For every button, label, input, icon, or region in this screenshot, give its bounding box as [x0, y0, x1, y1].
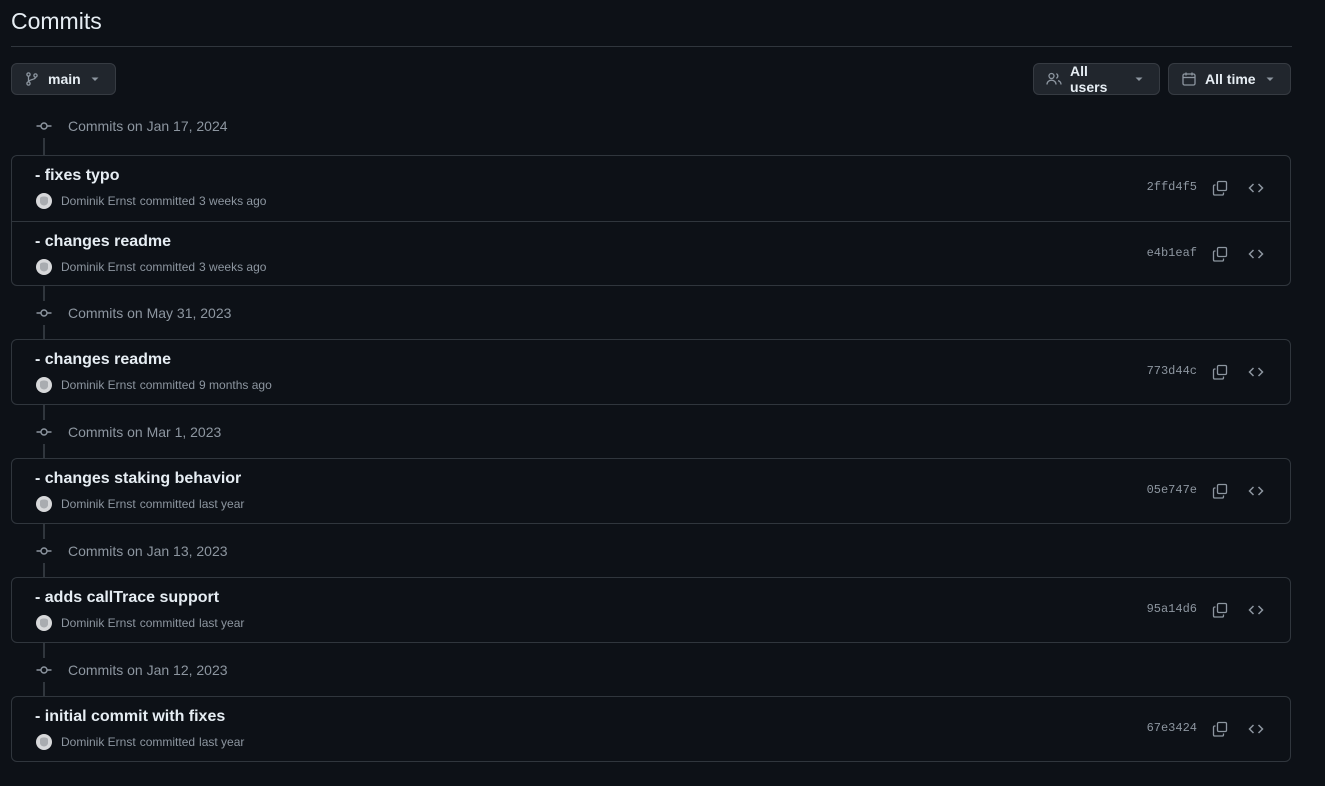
commit-row: - changes readme Dominik Ernst committed… — [12, 340, 1290, 405]
commit-time: 9 months ago — [199, 378, 272, 392]
code-icon[interactable] — [1244, 177, 1268, 199]
avatar[interactable] — [36, 615, 52, 631]
title-divider — [11, 46, 1292, 47]
commit-time: last year — [199, 735, 245, 749]
commit-message-link[interactable]: - changes staking behavior — [35, 470, 241, 488]
commit-time: last year — [199, 616, 245, 630]
code-icon[interactable] — [1244, 361, 1268, 383]
commit-time: 3 weeks ago — [199, 260, 267, 274]
commit-time: last year — [199, 497, 245, 511]
commit-author-link[interactable]: Dominik Ernst — [61, 735, 136, 749]
chevron-down-icon — [87, 71, 103, 87]
commit-author-link[interactable]: Dominik Ernst — [61, 616, 136, 630]
commit-group-header: Commits on Jan 12, 2023 — [30, 658, 228, 682]
timeline-connector — [43, 138, 45, 155]
chevron-down-icon — [1262, 71, 1278, 87]
code-icon[interactable] — [1244, 718, 1268, 740]
branch-select-label: main — [48, 71, 81, 87]
commit-author-link[interactable]: Dominik Ernst — [61, 260, 136, 274]
git-commit-icon — [30, 420, 58, 444]
commit-meta: Dominik Ernst committed 3 weeks ago — [36, 193, 266, 209]
time-filter-label: All time — [1205, 71, 1256, 87]
copy-icon[interactable] — [1208, 599, 1232, 621]
copy-icon[interactable] — [1208, 243, 1232, 265]
commit-message-link[interactable]: - changes readme — [35, 233, 171, 251]
avatar[interactable] — [36, 259, 52, 275]
commit-group-label: Commits on Jan 17, 2024 — [68, 118, 228, 134]
commit-verb: committed — [139, 735, 196, 749]
commits-page: Commits main All users All time Commits … — [0, 0, 1325, 786]
commit-message-link[interactable]: - changes readme — [35, 351, 171, 369]
commit-group-header: Commits on Jan 17, 2024 — [30, 114, 228, 138]
commit-row: - adds callTrace support Dominik Ernst c… — [12, 578, 1290, 643]
commit-row: - changes readme Dominik Ernst committed… — [12, 221, 1290, 286]
commit-group-header: Commits on Jan 13, 2023 — [30, 539, 228, 563]
commit-group-header: Commits on May 31, 2023 — [30, 301, 231, 325]
commit-group-list: - changes staking behavior Dominik Ernst… — [11, 458, 1291, 524]
people-icon — [1046, 71, 1062, 87]
avatar[interactable] — [36, 193, 52, 209]
git-commit-icon — [30, 658, 58, 682]
commit-group-list: - fixes typo Dominik Ernst committed 3 w… — [11, 155, 1291, 286]
commit-group-label: Commits on Jan 13, 2023 — [68, 543, 228, 559]
commit-group-list: - adds callTrace support Dominik Ernst c… — [11, 577, 1291, 643]
chevron-down-icon — [1131, 71, 1147, 87]
commit-meta: Dominik Ernst committed 9 months ago — [36, 377, 272, 393]
commit-verb: committed — [139, 260, 196, 274]
commit-sha-link[interactable]: 773d44c — [1147, 364, 1197, 378]
commit-author-link[interactable]: Dominik Ernst — [61, 194, 136, 208]
commit-row: - fixes typo Dominik Ernst committed 3 w… — [12, 156, 1290, 221]
commit-sha-link[interactable]: 95a14d6 — [1147, 602, 1197, 616]
copy-icon[interactable] — [1208, 177, 1232, 199]
git-commit-icon — [30, 114, 58, 138]
git-commit-icon — [30, 301, 58, 325]
commit-sha-link[interactable]: 67e3424 — [1147, 721, 1197, 735]
commit-time: 3 weeks ago — [199, 194, 267, 208]
avatar[interactable] — [36, 377, 52, 393]
commit-meta: Dominik Ernst committed last year — [36, 496, 244, 512]
commit-message-link[interactable]: - initial commit with fixes — [35, 708, 225, 726]
git-branch-icon — [24, 71, 40, 87]
commit-group-list: - changes readme Dominik Ernst committed… — [11, 339, 1291, 405]
users-filter-button[interactable]: All users — [1033, 63, 1160, 95]
commit-message-link[interactable]: - fixes typo — [35, 167, 119, 185]
copy-icon[interactable] — [1208, 361, 1232, 383]
copy-icon[interactable] — [1208, 480, 1232, 502]
branch-select-button[interactable]: main — [11, 63, 116, 95]
commit-meta: Dominik Ernst committed last year — [36, 734, 244, 750]
commit-group-label: Commits on Jan 12, 2023 — [68, 662, 228, 678]
calendar-icon — [1181, 71, 1197, 87]
commit-row: - initial commit with fixes Dominik Erns… — [12, 697, 1290, 762]
commit-group-list: - initial commit with fixes Dominik Erns… — [11, 696, 1291, 762]
commit-meta: Dominik Ernst committed last year — [36, 615, 244, 631]
page-title: Commits — [11, 8, 102, 34]
commit-sha-link[interactable]: 05e747e — [1147, 483, 1197, 497]
time-filter-button[interactable]: All time — [1168, 63, 1291, 95]
commit-verb: committed — [139, 616, 196, 630]
code-icon[interactable] — [1244, 599, 1268, 621]
commit-group-label: Commits on May 31, 2023 — [68, 305, 232, 321]
commit-sha-link[interactable]: 2ffd4f5 — [1147, 180, 1197, 194]
git-commit-icon — [30, 539, 58, 563]
commit-meta: Dominik Ernst committed 3 weeks ago — [36, 259, 266, 275]
commit-sha-link[interactable]: e4b1eaf — [1147, 246, 1197, 260]
copy-icon[interactable] — [1208, 718, 1232, 740]
code-icon[interactable] — [1244, 480, 1268, 502]
avatar[interactable] — [36, 496, 52, 512]
commit-author-link[interactable]: Dominik Ernst — [61, 378, 136, 392]
commit-group-header: Commits on Mar 1, 2023 — [30, 420, 221, 444]
users-filter-label: All users — [1070, 63, 1108, 95]
commit-row: - changes staking behavior Dominik Ernst… — [12, 459, 1290, 524]
code-icon[interactable] — [1244, 243, 1268, 265]
commit-verb: committed — [139, 194, 196, 208]
commit-group-label: Commits on Mar 1, 2023 — [68, 424, 222, 440]
commit-verb: committed — [139, 378, 196, 392]
commit-author-link[interactable]: Dominik Ernst — [61, 497, 136, 511]
commit-verb: committed — [139, 497, 196, 511]
avatar[interactable] — [36, 734, 52, 750]
commit-message-link[interactable]: - adds callTrace support — [35, 589, 219, 607]
